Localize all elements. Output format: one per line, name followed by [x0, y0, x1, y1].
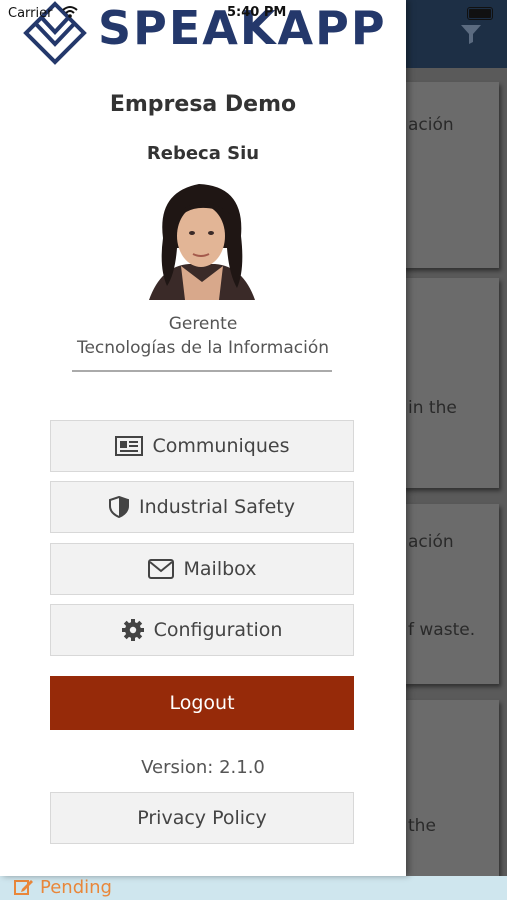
background-text: in the: [408, 398, 457, 418]
background-card[interactable]: [402, 504, 499, 684]
background-card[interactable]: [402, 278, 499, 488]
configuration-button[interactable]: Configuration: [50, 604, 354, 656]
background-text: ación: [408, 532, 454, 552]
background-text: ación: [408, 115, 454, 135]
envelope-icon: [147, 559, 174, 579]
divider: [72, 370, 332, 372]
background-card[interactable]: [402, 700, 499, 876]
edit-icon: [14, 880, 33, 895]
avatar: [141, 178, 263, 300]
wifi-icon: [62, 6, 78, 18]
industrial-safety-label: Industrial Safety: [139, 496, 295, 518]
communiques-button[interactable]: Communiques: [50, 420, 354, 472]
industrial-safety-button[interactable]: Industrial Safety: [50, 481, 354, 533]
mailbox-button[interactable]: Mailbox: [50, 543, 354, 595]
configuration-label: Configuration: [153, 619, 283, 641]
company-name: Empresa Demo: [109, 92, 297, 117]
side-drawer: SPEAKAPP Empresa Demo Rebeca Siu Gerente…: [0, 0, 406, 876]
version-label: Version: 2.1.0: [141, 757, 265, 778]
privacy-policy-button[interactable]: Privacy Policy: [50, 792, 354, 844]
background-text: f waste.: [408, 620, 476, 640]
background-text: the: [408, 816, 436, 836]
user-role: Gerente: [168, 314, 238, 334]
filter-icon[interactable]: [459, 22, 483, 46]
gear-icon: [121, 619, 144, 641]
status-bar: Carrier 5:40 PM: [0, 4, 507, 24]
clock: 5:40 PM: [227, 5, 287, 20]
newspaper-icon: [114, 436, 143, 456]
pending-label: Pending: [40, 876, 112, 898]
user-department: Tecnologías de la Información: [76, 338, 330, 358]
mailbox-label: Mailbox: [183, 558, 257, 580]
communiques-label: Communiques: [152, 435, 290, 457]
battery-icon: [467, 7, 493, 20]
carrier-label: Carrier: [8, 6, 53, 21]
logout-button[interactable]: Logout: [50, 676, 354, 730]
shield-icon: [109, 496, 130, 518]
user-name: Rebeca Siu: [146, 143, 260, 164]
background-card[interactable]: [402, 82, 499, 268]
pending-tab[interactable]: Pending: [14, 875, 112, 899]
